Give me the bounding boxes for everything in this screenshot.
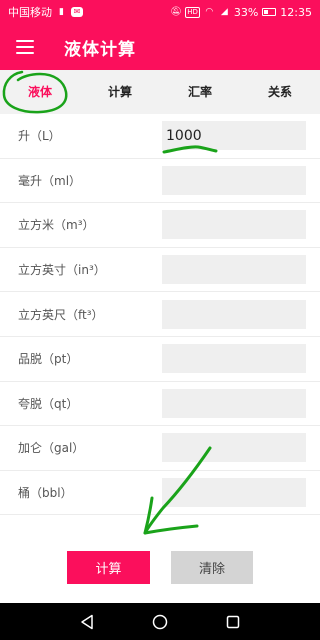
input-pint[interactable] <box>162 344 306 374</box>
home-button[interactable] <box>152 614 168 630</box>
home-circle-icon <box>152 614 168 629</box>
back-triangle-icon <box>80 614 93 629</box>
tab-liquid[interactable]: 液体 <box>0 70 80 114</box>
input-quart[interactable] <box>162 388 306 418</box>
field-row-milliliter: 毫升（ml） <box>0 159 320 204</box>
field-label-quart: 夸脱（qt） <box>18 396 79 411</box>
input-milliliter[interactable] <box>162 165 306 195</box>
mute-icon: 🔕︎ <box>170 6 182 17</box>
input-cubic-meter[interactable] <box>162 210 306 240</box>
field-row-cubic-foot: 立方英尺（ft³） <box>0 292 320 337</box>
input-cubic-foot[interactable] <box>162 299 306 329</box>
recents-button[interactable] <box>225 614 241 630</box>
clock: 12:35 <box>280 5 312 19</box>
field-label-cubic-foot: 立方英尺（ft³） <box>18 307 104 322</box>
field-label-milliliter: 毫升（ml） <box>18 173 82 188</box>
input-liter[interactable] <box>162 121 306 151</box>
signal-icon: ▮ <box>59 6 64 17</box>
input-cubic-inch[interactable] <box>162 255 306 285</box>
field-row-cubic-inch: 立方英寸（in³） <box>0 248 320 293</box>
status-bar: 中国移动 ▮ ✉ 🔕︎ HD ◠ ◢ 33% 12:35 <box>0 0 320 24</box>
carrier-name: 中国移动 <box>8 6 52 19</box>
field-label-cubic-meter: 立方米（m³） <box>18 218 95 233</box>
tab-relation[interactable]: 关系 <box>240 70 320 114</box>
clear-button[interactable]: 清除 <box>171 551 253 584</box>
field-label-barrel: 桶（bbl） <box>18 486 73 501</box>
unit-form: 升（L） 毫升（ml） 立方米（m³） 立方英寸（in³） 立方英尺（ft³） … <box>0 114 320 516</box>
hamburger-icon <box>16 40 34 54</box>
battery-icon <box>262 8 277 16</box>
field-row-quart: 夸脱（qt） <box>0 382 320 427</box>
page-title: 液体计算 <box>64 39 136 60</box>
input-gallon[interactable] <box>162 433 306 463</box>
recents-square-icon <box>227 615 240 628</box>
hd-badge: HD <box>185 6 200 18</box>
field-row-gallon: 加仑（gal） <box>0 426 320 471</box>
field-label-gallon: 加仑（gal） <box>18 441 85 456</box>
calculate-button[interactable]: 计算 <box>67 551 150 584</box>
field-label-pint: 品脱（pt） <box>18 352 79 367</box>
field-label-cubic-inch: 立方英寸（in³） <box>18 263 106 278</box>
input-barrel[interactable] <box>162 478 306 508</box>
tab-bar: 液体 计算 汇率 关系 <box>0 70 320 114</box>
field-row-cubic-meter: 立方米（m³） <box>0 203 320 248</box>
wifi-icon: ◠ <box>205 6 214 17</box>
back-button[interactable] <box>79 614 95 630</box>
field-row-barrel: 桶（bbl） <box>0 471 320 516</box>
field-row-pint: 品脱（pt） <box>0 337 320 382</box>
app-bar: 液体计算 <box>0 24 320 70</box>
field-label-liter: 升（L） <box>18 129 61 144</box>
cellular-icon: ◢ <box>220 6 228 17</box>
system-nav-bar <box>0 603 320 640</box>
status-left: 中国移动 ▮ ✉ <box>8 4 83 20</box>
field-row-liter: 升（L） <box>0 114 320 159</box>
menu-button[interactable] <box>0 24 50 70</box>
chat-icon: ✉ <box>71 7 83 17</box>
status-right: 🔕︎ HD ◠ ◢ 33% 12:35 <box>170 6 312 19</box>
tab-calculate[interactable]: 计算 <box>80 70 160 114</box>
tab-exchange-rate[interactable]: 汇率 <box>160 70 240 114</box>
battery-percent: 33% <box>233 5 259 19</box>
